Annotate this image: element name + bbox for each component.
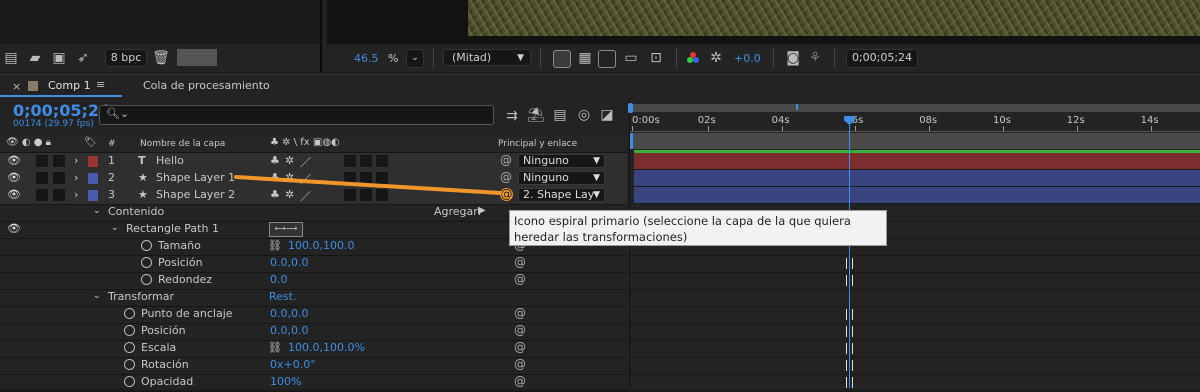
pick-whip-line <box>234 175 502 195</box>
tooltip: Icono espiral primario (seleccione la ca… <box>509 210 887 246</box>
